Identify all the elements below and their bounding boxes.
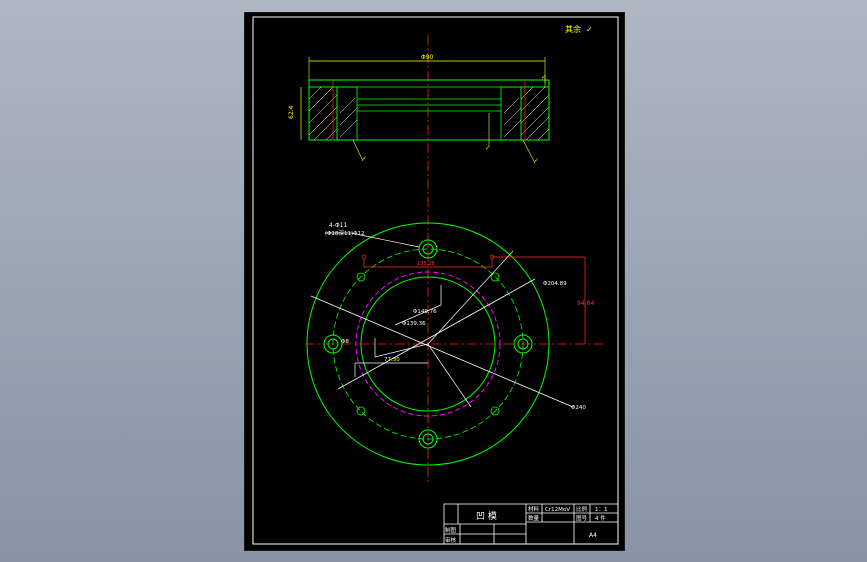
section-height-dim: 62.4 — [288, 105, 295, 119]
material-label: 材料 — [528, 505, 540, 513]
svg-text:✓: ✓ — [541, 74, 546, 81]
cad-drawing: 其余 ✓ Φ90 62.4 ✓ ✓ ✓ ✓ 135.28 94.64 Φ204.… — [252, 16, 619, 545]
dim-outer: Φ240 — [571, 405, 586, 411]
part-name: 凹 模 — [476, 511, 497, 522]
dim-top-chord: 135.28 — [417, 261, 435, 267]
scale-label: 比例 — [576, 505, 588, 513]
dim-inner-2: Φ139.36 — [402, 321, 426, 327]
dim-radius: 77.30 — [384, 357, 400, 363]
scale-value: 1：1 — [595, 507, 608, 513]
dim-outer-dia: Φ204.89 — [543, 281, 567, 287]
svg-text:✓: ✓ — [485, 145, 490, 152]
plan-view: 135.28 94.64 Φ204.89 Φ149.76 Φ139.36 Φ8 … — [305, 222, 605, 466]
corner-note: 其余 — [565, 24, 581, 34]
sheet-size: A4 — [589, 532, 597, 539]
qty-label: 数量 — [528, 514, 540, 522]
drawing-no: 4 件 — [595, 514, 606, 522]
svg-text:✓: ✓ — [534, 157, 539, 164]
svg-text:✓: ✓ — [362, 155, 367, 162]
dim-right-offset: 94.64 — [577, 300, 594, 307]
roughness-symbol: ✓ — [586, 25, 593, 34]
designer-label: 制图 — [445, 526, 457, 534]
hole-note-1: 4-Φ11 — [329, 222, 348, 229]
dim-inner-1: Φ149.76 — [413, 309, 437, 315]
section-top-dim: Φ90 — [421, 54, 434, 61]
checker-label: 审核 — [445, 536, 457, 544]
material-value: Cr12MoV — [545, 507, 570, 513]
dim-small: Φ8 — [341, 339, 349, 345]
drawing-no-label: 图号 — [576, 514, 588, 522]
drawing-sheet: 其余 ✓ Φ90 62.4 ✓ ✓ ✓ ✓ 135.28 94.64 Φ204.… — [244, 12, 625, 551]
hole-note-2: (Φ18深11)Φ12 — [325, 229, 364, 237]
section-view: Φ90 62.4 ✓ ✓ ✓ ✓ — [288, 54, 550, 164]
